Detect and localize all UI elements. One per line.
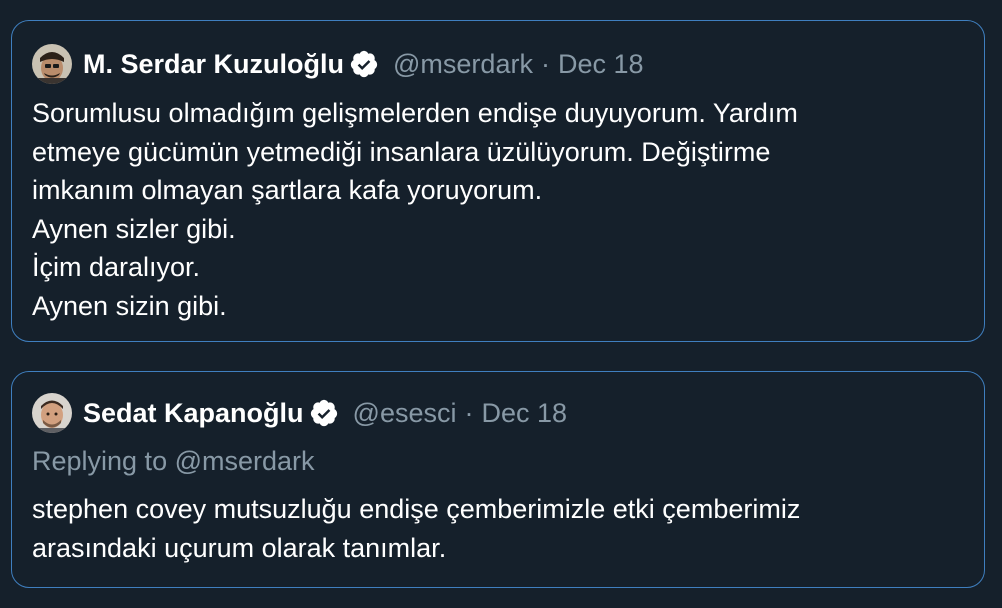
display-name[interactable]: M. Serdar Kuzuloğlu <box>83 49 344 80</box>
tweet-text-line: Aynen sizin gibi. <box>32 290 227 321</box>
tweet-text-line: etmeye gücümün yetmediği insanlara üzülü… <box>32 136 771 167</box>
tweet-text: Sorumlusu olmadığım gelişmelerden endişe… <box>32 94 964 325</box>
tweet-text-line: Sorumlusu olmadığım gelişmelerden endişe… <box>32 98 798 128</box>
verified-badge-icon <box>309 398 339 428</box>
replying-to-label[interactable]: Replying to @mserdark <box>32 446 315 477</box>
display-name[interactable]: Sedat Kapanoğlu <box>83 398 304 429</box>
avatar[interactable] <box>32 44 72 84</box>
tweet-text: stephen covey mutsuzluğu endişe çemberim… <box>32 490 964 567</box>
avatar[interactable] <box>32 393 72 433</box>
tweet-date[interactable]: Dec 18 <box>481 398 567 429</box>
tweet-text-line: stephen covey mutsuzluğu endişe çemberim… <box>32 494 801 524</box>
separator-dot: · <box>540 48 550 79</box>
user-handle[interactable]: @mserdark <box>393 49 533 80</box>
quoted-tweet-card-1[interactable]: M. Serdar Kuzuloğlu @mserdark · Dec 18 S… <box>11 20 985 342</box>
tweet-header: Sedat Kapanoğlu @esesci · Dec 18 <box>32 392 567 434</box>
tweet-text-line: arasındaki uçurum olarak tanımlar. <box>32 532 447 563</box>
quoted-tweet-card-2[interactable]: Sedat Kapanoğlu @esesci · Dec 18 Replyin… <box>11 371 985 588</box>
separator-dot: · <box>464 397 474 428</box>
tweet-text-line: İçim daralıyor. <box>32 252 201 282</box>
verified-badge-icon <box>349 49 379 79</box>
tweet-date[interactable]: Dec 18 <box>558 49 644 80</box>
tweet-header: M. Serdar Kuzuloğlu @mserdark · Dec 18 <box>32 43 644 85</box>
user-handle[interactable]: @esesci <box>353 398 457 429</box>
tweet-text-line: Aynen sizler gibi. <box>32 213 236 244</box>
tweet-text-line: imkanım olmayan şartlara kafa yoruyorum. <box>32 175 543 205</box>
